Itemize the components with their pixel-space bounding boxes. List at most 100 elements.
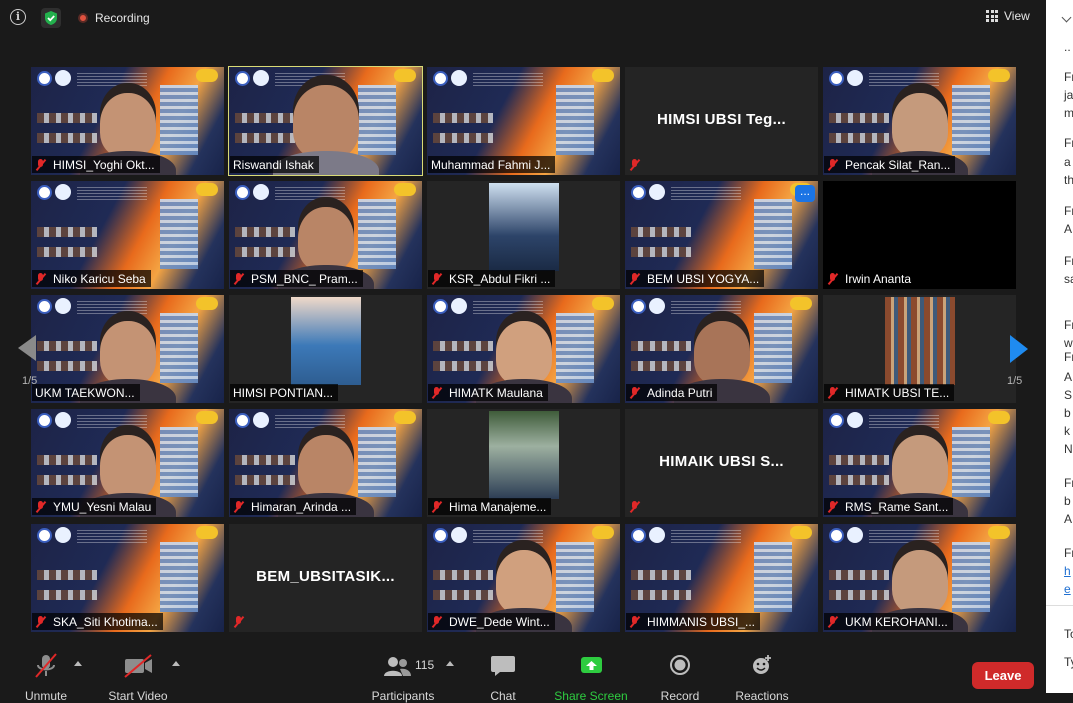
chat-message-fragment: A [1064, 222, 1073, 236]
video-gallery: HIMSI_Yoghi Okt... Riswandi Ishak Muhammad… [31, 66, 1016, 633]
participant-nameplate: KSR_Abdul Fikri ... [428, 270, 556, 287]
chat-message-fragment: .. [1064, 40, 1071, 54]
participant-name: DWE_Dede Wint... [449, 614, 550, 629]
previous-page-arrow-icon[interactable] [18, 335, 36, 361]
participant-video [99, 321, 156, 385]
participant-video [891, 550, 948, 614]
mic-muted-icon [431, 500, 443, 513]
leave-button[interactable]: Leave [972, 662, 1034, 689]
share-screen-button[interactable]: Share Screen [554, 653, 628, 703]
participant-nameplate: UKM TAEKWON... [32, 384, 140, 401]
view-button[interactable]: View [986, 9, 1030, 23]
mic-muted-icon [35, 500, 47, 513]
chat-button[interactable]: Chat [486, 653, 520, 703]
participants-button[interactable]: 115 Participants [372, 653, 434, 703]
shield-check-icon[interactable] [41, 8, 61, 28]
participant-tile[interactable]: YMU_Yesni Malau [31, 409, 224, 517]
chat-message-fragment: Fr [1064, 546, 1073, 560]
next-page-arrow-icon[interactable] [1010, 335, 1028, 363]
unmute-button[interactable]: Unmute [24, 653, 68, 703]
participant-name: SKA_Siti Khotima... [53, 614, 158, 629]
participant-tile[interactable]: DWE_Dede Wint... [427, 524, 620, 632]
chat-input-text[interactable]: To [1064, 627, 1073, 641]
chat-input-text[interactable]: Ty [1064, 655, 1073, 669]
participant-tile[interactable]: HIMAIK UBSI S... [625, 409, 818, 517]
participant-nameplate: Pencak Silat_Ran... [824, 156, 956, 173]
participant-nameplate: HIMMANIS UBSI_... [626, 613, 761, 630]
grid-view-icon [986, 10, 998, 22]
chat-message-fragment: Fr [1064, 476, 1073, 490]
more-options-button[interactable]: ... [795, 185, 815, 202]
mic-muted-icon [35, 272, 47, 285]
participant-name: YMU_Yesni Malau [53, 499, 152, 514]
chat-message-fragment: Fr [1064, 318, 1073, 332]
mic-muted-icon [827, 615, 839, 628]
video-options-caret-icon[interactable] [172, 661, 180, 666]
participant-tile[interactable]: Hima Manajeme... [427, 409, 620, 517]
participant-tile[interactable]: HIMMANIS UBSI_... [625, 524, 818, 632]
mic-muted-icon [233, 272, 245, 285]
participant-name: Niko Karicu Seba [53, 271, 146, 286]
chat-message-fragment: Fr [1064, 350, 1073, 364]
recording-indicator[interactable]: Recording [78, 11, 150, 25]
participant-tile[interactable]: BEM_UBSITASIK... [229, 524, 422, 632]
chat-message-fragment: N [1064, 442, 1073, 456]
participant-tile[interactable]: Irwin Ananta [823, 181, 1016, 289]
participant-tile[interactable]: RMS_Rame Sant... [823, 409, 1016, 517]
participant-video [495, 550, 552, 614]
participant-tile[interactable]: Niko Karicu Seba [31, 181, 224, 289]
participant-nameplate: UKM KEROHANI... [824, 613, 953, 630]
unmute-label: Unmute [24, 689, 68, 703]
participant-tile[interactable]: UKM KEROHANI... [823, 524, 1016, 632]
info-icon[interactable]: i [10, 9, 26, 25]
participant-nameplate [626, 498, 652, 515]
participant-tile[interactable]: HIMSI_Yoghi Okt... [31, 67, 224, 175]
participant-name: Adinda Putri [647, 385, 713, 400]
participant-tile[interactable]: HIMSI PONTIAN... [229, 295, 422, 403]
participant-tile[interactable]: HIMSI UBSI Teg... [625, 67, 818, 175]
participant-tile[interactable]: Riswandi Ishak [228, 66, 423, 176]
mic-muted-icon [431, 386, 443, 399]
mic-muted-icon [827, 386, 839, 399]
participant-tile[interactable]: KSR_Abdul Fikri ... [427, 181, 620, 289]
participant-name: Riswandi Ishak [233, 157, 314, 172]
participant-nameplate: HIMATK UBSI TE... [824, 384, 955, 401]
participant-tile[interactable]: Adinda Putri [625, 295, 818, 403]
participant-tile[interactable]: PSM_BNC_ Pram... [229, 181, 422, 289]
participant-name-placeholder: HIMSI UBSI Teg... [657, 111, 786, 128]
participant-nameplate: SKA_Siti Khotima... [32, 613, 163, 630]
top-bar: i Recording View [0, 0, 1046, 36]
record-label: Record [660, 689, 700, 703]
audio-options-caret-icon[interactable] [74, 661, 82, 666]
participant-tile[interactable]: Pencak Silat_Ran... [823, 67, 1016, 175]
video-off-icon [124, 654, 152, 678]
participant-name: Muhammad Fahmi J... [431, 157, 551, 172]
chat-message-fragment: e [1064, 582, 1071, 596]
participant-tile[interactable]: UKM TAEKWON... [31, 295, 224, 403]
meeting-toolbar: Unmute Start Video 115 Participants Chat… [0, 645, 1046, 703]
participant-tile[interactable]: Himaran_Arinda ... [229, 409, 422, 517]
participant-name: PSM_BNC_ Pram... [251, 271, 358, 286]
participant-tile[interactable]: HIMATK UBSI TE... [823, 295, 1016, 403]
participant-tile[interactable]: ... BEM UBSI YOGYA... [625, 181, 818, 289]
participants-options-caret-icon[interactable] [446, 661, 454, 666]
record-button[interactable]: Record [660, 653, 700, 703]
participants-label: Participants [371, 689, 435, 703]
chat-message-fragment: b [1064, 406, 1071, 420]
participant-video [891, 435, 948, 499]
chevron-down-icon[interactable] [1061, 12, 1072, 23]
start-video-button[interactable]: Start Video [108, 653, 168, 703]
participant-tile[interactable]: SKA_Siti Khotima... [31, 524, 224, 632]
mic-muted-icon [35, 615, 47, 628]
participant-nameplate: Himaran_Arinda ... [230, 498, 357, 515]
participant-name: KSR_Abdul Fikri ... [449, 271, 551, 286]
participant-name: HIMSI PONTIAN... [233, 385, 334, 400]
participant-tile[interactable]: Muhammad Fahmi J... [427, 67, 620, 175]
participant-tile[interactable]: HIMATK Maulana [427, 295, 620, 403]
reactions-button[interactable]: Reactions [735, 653, 789, 703]
chat-message-fragment: A [1064, 370, 1073, 384]
participant-nameplate: RMS_Rame Sant... [824, 498, 954, 515]
chat-message-fragment: sa [1064, 272, 1073, 286]
start-video-label: Start Video [108, 689, 168, 703]
participants-count: 115 [415, 658, 435, 672]
